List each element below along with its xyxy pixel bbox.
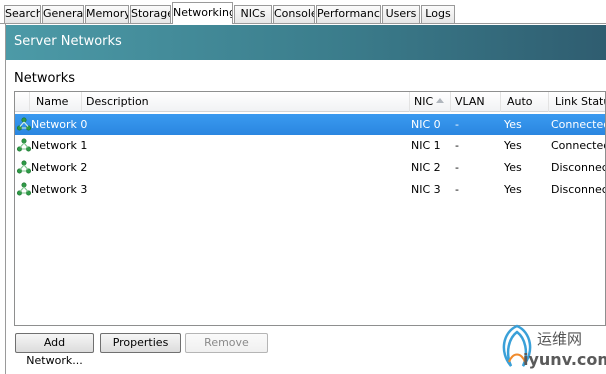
column-header-vlan-label: VLAN	[455, 95, 485, 108]
cell-auto: Yes	[504, 139, 522, 152]
cell-nic: NIC 1	[411, 139, 441, 152]
tab-console[interactable]: Console	[273, 5, 315, 23]
networks-list[interactable]: Name Description NIC VLAN Auto Link Stat…	[14, 91, 606, 326]
sort-ascending-icon	[436, 98, 444, 103]
network-icon	[17, 182, 31, 196]
column-header-name[interactable]: Name	[30, 92, 82, 112]
cell-nic: NIC 0	[411, 118, 441, 131]
column-header-link-status[interactable]: Link Status	[549, 92, 605, 112]
cell-link-status: Connected	[551, 118, 606, 131]
cell-link-status: Connected	[551, 139, 606, 152]
tab-general[interactable]: General	[42, 5, 84, 23]
cell-link-status: Disconnected	[551, 183, 606, 196]
cell-name: Network 0	[31, 118, 88, 131]
cell-nic: NIC 3	[411, 183, 441, 196]
column-header-nic[interactable]: NIC	[410, 92, 451, 112]
page-banner: Server Networks	[6, 25, 606, 60]
column-header-name-label: Name	[36, 95, 69, 108]
properties-button[interactable]: Properties	[100, 333, 181, 353]
table-row[interactable]: Network 3 NIC 3 - Yes Disconnected	[15, 179, 605, 200]
column-header-nic-label: NIC	[414, 95, 434, 108]
watermark: 运维网 iyunv.com	[495, 320, 606, 374]
tab-networking[interactable]: Networking	[172, 2, 233, 24]
cell-auto: Yes	[504, 183, 522, 196]
table-row[interactable]: Network 2 NIC 2 - Yes Disconnected	[15, 157, 605, 178]
column-header-link-status-label: Link Status	[555, 95, 605, 108]
section-title: Networks	[14, 71, 76, 86]
network-icon	[17, 117, 31, 131]
column-header-vlan[interactable]: VLAN	[451, 92, 501, 112]
column-header-auto[interactable]: Auto	[501, 92, 549, 112]
cell-name: Network 2	[31, 161, 88, 174]
list-header: Name Description NIC VLAN Auto Link Stat…	[15, 92, 605, 112]
cell-description	[85, 179, 405, 200]
watermark-top-text: 运维网	[537, 330, 583, 348]
remove-button[interactable]: Remove	[185, 333, 268, 353]
cell-name: Network 1	[31, 139, 88, 152]
tab-memory[interactable]: Memory	[85, 5, 129, 23]
column-header-icon[interactable]	[15, 92, 30, 112]
tab-logs[interactable]: Logs	[421, 5, 455, 23]
cell-vlan: -	[455, 183, 459, 196]
watermark-bottom-text: iyunv.com	[523, 350, 606, 369]
cell-name: Network 3	[31, 183, 88, 196]
tab-users[interactable]: Users	[382, 5, 420, 23]
table-row[interactable]: Network 1 NIC 1 - Yes Connected	[15, 135, 605, 156]
cell-link-status: Disconnected	[551, 161, 606, 174]
network-icon	[17, 160, 31, 174]
cell-vlan: -	[455, 118, 459, 131]
cell-vlan: -	[455, 161, 459, 174]
table-row[interactable]: Network 0 NIC 0 - Yes Connected	[15, 114, 605, 135]
cell-description	[85, 114, 405, 135]
tab-strip: Search General Memory Storage Networking…	[0, 0, 606, 26]
cell-description	[85, 157, 405, 178]
cell-vlan: -	[455, 139, 459, 152]
cell-description	[85, 135, 405, 156]
page-title: Server Networks	[14, 34, 122, 49]
tab-storage[interactable]: Storage	[130, 5, 171, 23]
cell-auto: Yes	[504, 118, 522, 131]
cell-nic: NIC 2	[411, 161, 441, 174]
column-header-description-label: Description	[86, 95, 149, 108]
network-icon	[17, 138, 31, 152]
add-network-button[interactable]: Add Network...	[15, 333, 94, 367]
column-header-auto-label: Auto	[507, 95, 533, 108]
cell-auto: Yes	[504, 161, 522, 174]
tab-nics[interactable]: NICs	[234, 5, 272, 23]
column-header-description[interactable]: Description	[82, 92, 410, 112]
tab-performance[interactable]: Performance	[316, 5, 381, 23]
tab-search[interactable]: Search	[4, 5, 41, 23]
